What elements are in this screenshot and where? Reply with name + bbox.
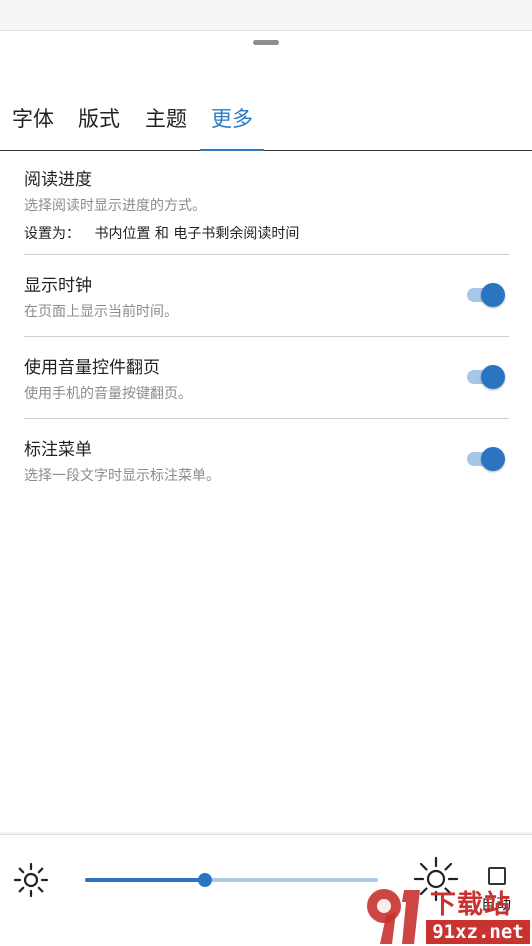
top-strip [0,0,532,30]
setting-show-clock[interactable]: 显示时钟 在页面上显示当前时间。 [24,271,509,337]
toggle-knob [481,365,505,389]
setting-annotation-menu[interactable]: 标注菜单 选择一段文字时显示标注菜单。 [24,435,509,501]
setting-volume-page-turn[interactable]: 使用音量控件翻页 使用手机的音量按键翻页。 [24,353,509,419]
brightness-slider[interactable] [85,869,378,891]
tab-more[interactable]: 更多 [200,93,264,151]
toggle-knob [481,283,505,307]
show-clock-toggle[interactable] [467,283,505,307]
annotation-menu-title: 标注菜单 [24,440,92,460]
reading-progress-title: 阅读进度 [24,170,92,190]
tab-layout[interactable]: 版式 [67,93,131,151]
annotation-menu-toggle[interactable] [467,447,505,471]
reading-progress-description: 选择阅读时显示进度的方式。 [24,198,206,214]
drag-handle[interactable] [253,40,279,45]
volume-page-turn-title: 使用音量控件翻页 [24,358,160,378]
watermark-title: 下载站 [430,890,512,920]
slider-thumb[interactable] [198,873,213,887]
show-clock-title: 显示时钟 [24,276,92,296]
show-clock-description: 在页面上显示当前时间。 [24,304,178,320]
reading-progress-value-prefix: 设置为： [24,226,80,242]
slider-fill [85,878,206,882]
tab-font[interactable]: 字体 [1,93,65,151]
volume-page-turn-description: 使用手机的音量按键翻页。 [24,386,192,402]
site-watermark: 下载站 91xz.net [362,882,532,946]
reading-progress-value: 设置为： 书内位置 和 电子书剩余阅读时间 [24,223,509,243]
brightness-low-icon [13,862,49,898]
volume-page-turn-toggle[interactable] [467,365,505,389]
toggle-knob [481,447,505,471]
annotation-menu-description: 选择一段文字时显示标注菜单。 [24,468,220,484]
reader-settings-screen: 字体 版式 主题 更多 阅读进度 选择阅读时显示进度的方式。 设置为： 书内位置… [0,0,532,946]
watermark-domain: 91xz.net [426,920,530,944]
watermark-logo-icon [367,889,420,944]
settings-sheet: 字体 版式 主题 更多 阅读进度 选择阅读时显示进度的方式。 设置为： 书内位置… [0,30,532,832]
tab-bar: 字体 版式 主题 更多 [0,93,532,151]
reading-progress-value-text: 书内位置 和 电子书剩余阅读时间 [94,226,300,242]
tab-theme[interactable]: 主题 [134,93,198,151]
setting-reading-progress[interactable]: 阅读进度 选择阅读时显示进度的方式。 设置为： 书内位置 和 电子书剩余阅读时间 [24,165,509,255]
